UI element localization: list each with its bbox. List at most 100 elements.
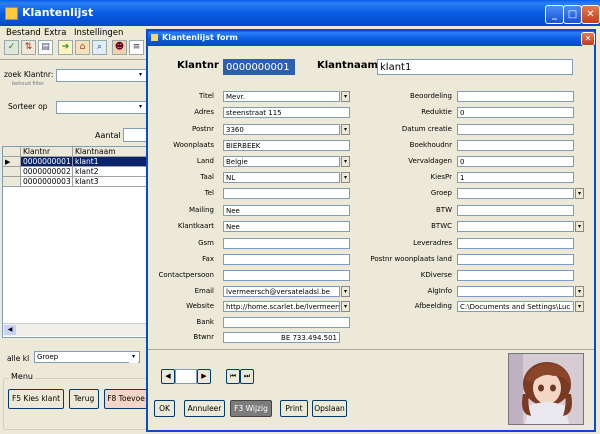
- klantnr-field[interactable]: 0000000001: [223, 59, 295, 75]
- arrow-right-icon[interactable]: ➔: [58, 40, 73, 55]
- website-dropdown-icon[interactable]: ▾: [341, 301, 350, 312]
- kdiverse-field[interactable]: [457, 270, 574, 281]
- home-icon[interactable]: ⌂: [75, 40, 90, 55]
- grid-header-klantnaam[interactable]: Klantnaam: [73, 147, 149, 157]
- datum-creatie-field[interactable]: [457, 124, 574, 135]
- grid-corner: [3, 147, 21, 157]
- table-row-klantnaam[interactable]: klant2: [73, 167, 149, 177]
- customer-grid[interactable]: Klantnr Klantnaam ▶ 0000000001 klant1 00…: [2, 146, 150, 338]
- sort-icon[interactable]: ⇅: [21, 40, 36, 55]
- afbeelding-dropdown-icon[interactable]: ▾: [575, 301, 584, 312]
- list-icon[interactable]: ≡: [129, 40, 144, 55]
- mailing-field[interactable]: Nee: [223, 205, 350, 216]
- gsm-label: Gsm: [198, 239, 214, 247]
- beoordeling-field[interactable]: [457, 91, 574, 102]
- check-icon[interactable]: ✓: [4, 40, 19, 55]
- toevoegen-button[interactable]: F8 Toevoe: [104, 389, 148, 409]
- next-record-button[interactable]: ▶: [197, 369, 211, 384]
- taal-dropdown-icon[interactable]: ▾: [341, 172, 350, 183]
- form-titlebar: Klantenlijst form ✕: [148, 31, 595, 46]
- woonplaats-field[interactable]: BIERBEEK: [223, 140, 350, 151]
- last-record-button[interactable]: ⏭: [240, 369, 254, 384]
- grid-hscrollbar[interactable]: ◀: [3, 323, 149, 336]
- table-row-klantnaam[interactable]: klant1: [73, 157, 149, 167]
- opslaan-button[interactable]: Opslaan: [312, 400, 347, 417]
- klantnaam-field[interactable]: klant1: [377, 59, 573, 75]
- btwnr-label: Btwnr: [193, 333, 214, 341]
- search-doc-icon[interactable]: ⌕: [92, 40, 107, 55]
- reduktie-field[interactable]: 0: [457, 107, 574, 118]
- table-row-klantnaam[interactable]: klant3: [73, 177, 149, 187]
- annuleer-button[interactable]: Annuleer: [184, 400, 225, 417]
- ok-button[interactable]: OK: [154, 400, 175, 417]
- scroll-left-icon[interactable]: ◀: [4, 325, 16, 335]
- tel-label: Tel: [204, 189, 214, 197]
- filter-dropdown-arrow[interactable]: ▾: [129, 352, 138, 363]
- afbeelding-field[interactable]: C:\Documents and Settings\Luc Ve: [457, 301, 574, 312]
- close-button[interactable]: ✕: [581, 5, 600, 24]
- postnr-field[interactable]: 3360: [223, 124, 340, 135]
- user-icon[interactable]: ☻: [112, 40, 127, 55]
- menu-instellingen[interactable]: Instellingen: [74, 28, 123, 38]
- taal-field[interactable]: NL: [223, 172, 340, 183]
- row-indicator-icon: ▶: [3, 157, 21, 167]
- postnr-dropdown-icon[interactable]: ▾: [341, 124, 350, 135]
- toolbar-divider: [0, 59, 148, 60]
- first-record-button[interactable]: ⏮: [226, 369, 240, 384]
- sort-dropdown-arrow[interactable]: ▾: [136, 102, 145, 113]
- form-close-button[interactable]: ✕: [581, 32, 595, 46]
- filter-select[interactable]: Groep: [34, 351, 140, 363]
- sort-select[interactable]: [56, 101, 148, 114]
- table-row-klantnr[interactable]: 0000000002: [21, 167, 73, 177]
- btwc-dropdown-icon[interactable]: ▾: [575, 221, 584, 232]
- document-icon[interactable]: ▤: [38, 40, 53, 55]
- maximize-button[interactable]: □: [563, 5, 582, 24]
- titel-field[interactable]: Mevr.: [223, 91, 340, 102]
- adres-field[interactable]: steenstraat 115: [223, 107, 350, 118]
- search-dropdown-arrow[interactable]: ▾: [136, 70, 145, 81]
- bank-label: Bank: [196, 318, 214, 326]
- adres-label: Adres: [194, 108, 214, 116]
- table-row-klantnr[interactable]: 0000000003: [21, 177, 73, 187]
- email-dropdown-icon[interactable]: ▾: [341, 286, 350, 297]
- wijzig-button[interactable]: F3 Wijzig: [230, 400, 272, 417]
- postnr-woonplaats-land-field[interactable]: [457, 254, 574, 265]
- klantkaart-field[interactable]: Nee: [223, 221, 350, 232]
- print-button[interactable]: Print: [280, 400, 308, 417]
- main-titlebar: Klantenlijst _ □ ✕: [0, 0, 600, 26]
- email-field[interactable]: lvermeersch@versateladsl.be: [223, 286, 340, 297]
- menu-bestand[interactable]: Bestand: [6, 28, 41, 38]
- groep-dropdown-icon[interactable]: ▾: [575, 188, 584, 199]
- land-dropdown-icon[interactable]: ▾: [341, 156, 350, 167]
- gsm-field[interactable]: [223, 238, 350, 249]
- btwc-field[interactable]: [457, 221, 574, 232]
- postnr-label: Postnr: [192, 125, 214, 133]
- website-field[interactable]: http://home.scarlet.be/lvermeersch: [223, 301, 340, 312]
- menu-extra[interactable]: Extra: [44, 28, 66, 38]
- alginfo-field[interactable]: [457, 286, 574, 297]
- groep-field[interactable]: [457, 188, 574, 199]
- btw-field[interactable]: [457, 205, 574, 216]
- minimize-button[interactable]: _: [545, 5, 564, 24]
- vervaldagen-field[interactable]: 0: [457, 156, 574, 167]
- btwnr-field[interactable]: BE 733.494.501: [223, 332, 340, 343]
- contactpersoon-field[interactable]: [223, 270, 350, 281]
- alginfo-dropdown-icon[interactable]: ▾: [575, 286, 584, 297]
- record-position-field[interactable]: [175, 369, 197, 384]
- grid-header-klantnr[interactable]: Klantnr: [21, 147, 73, 157]
- kies-klant-button[interactable]: F5 Kies klant: [8, 389, 64, 409]
- leveradres-field[interactable]: [457, 238, 574, 249]
- boekhoudnr-field[interactable]: [457, 140, 574, 151]
- bank-field[interactable]: [223, 317, 350, 328]
- afbeelding-value: C:\Documents and Settings\Luc Ve: [460, 303, 574, 311]
- land-field[interactable]: Belgie: [223, 156, 340, 167]
- titel-dropdown-icon[interactable]: ▾: [341, 91, 350, 102]
- kiespr-field[interactable]: 1: [457, 172, 574, 183]
- boekhoudnr-label: Boekhoudnr: [409, 141, 452, 149]
- fax-field[interactable]: [223, 254, 350, 265]
- prev-record-button[interactable]: ◀: [161, 369, 175, 384]
- search-input[interactable]: [56, 69, 148, 82]
- tel-field[interactable]: [223, 188, 350, 199]
- terug-button[interactable]: Terug: [69, 389, 99, 409]
- table-row-klantnr[interactable]: 0000000001: [21, 157, 73, 167]
